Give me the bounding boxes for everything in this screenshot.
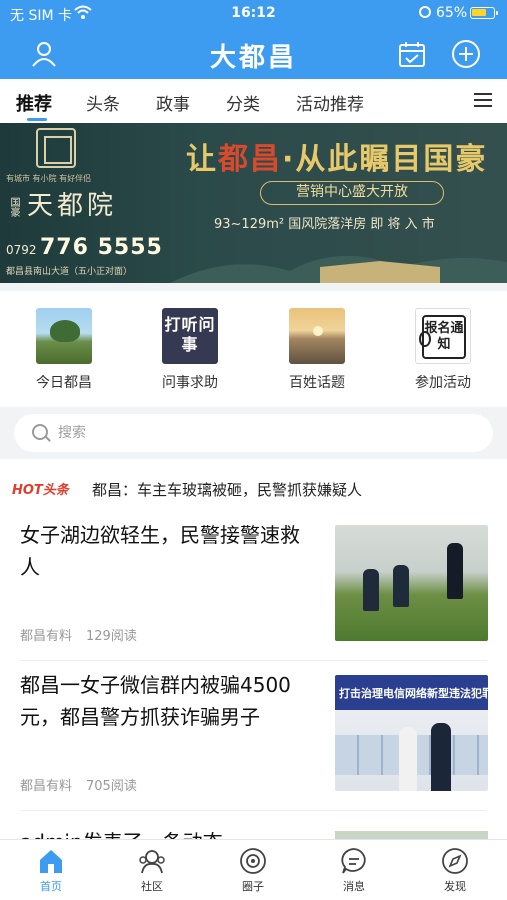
tabs-menu-icon[interactable] [474, 93, 492, 109]
quick-label: 今日都昌 [36, 375, 92, 391]
user-icon [32, 42, 56, 67]
banner-brand: 国豪 天都院 [8, 191, 118, 221]
banner-phone-prefix: 0792 [6, 243, 37, 257]
add-button[interactable] [450, 38, 482, 70]
nav-messages[interactable]: 消息 [314, 846, 394, 894]
banner-headline: 让都昌·从此瞩目国豪 [186, 142, 488, 177]
news-thumbnail: 打击治理电信网络新型违法犯罪 [335, 675, 488, 791]
quick-join-event[interactable]: 报名通知 参加活动 [393, 308, 493, 392]
quick-today-duchang[interactable]: 今日都昌 [14, 308, 114, 392]
clock: 16:12 [231, 5, 276, 21]
community-icon [139, 850, 165, 874]
quick-ask-help[interactable]: 打听问事 问事求助 [140, 308, 240, 392]
nav-discover[interactable]: 发现 [415, 846, 495, 894]
banner-landscape [170, 255, 507, 283]
search-input[interactable] [58, 421, 458, 445]
quick-label: 参加活动 [415, 375, 471, 391]
quick-label: 百姓话题 [289, 375, 345, 391]
notice-icon: 报名通知 [415, 308, 471, 364]
news-thumbnail [335, 525, 488, 641]
nav-community[interactable]: 社区 [112, 846, 192, 894]
hot-text: 都昌：车主车玻璃被砸，民警抓获嫌疑人 [92, 481, 363, 499]
search-icon [32, 424, 48, 440]
message-icon [341, 848, 366, 874]
active-tab-indicator [27, 118, 47, 121]
bottom-nav: 首页 社区 圈子 消息 发现 [0, 839, 507, 900]
plus-circle-icon [452, 40, 480, 68]
tab-headlines[interactable]: 头条 [86, 90, 120, 115]
banner-address: 都昌县南山大道（五小正对面） [6, 267, 133, 277]
ask-icon: 打听问事 [162, 308, 218, 364]
news-source: 都昌有料 [20, 779, 73, 794]
landscape-photo [36, 308, 92, 364]
nav-circle[interactable]: 圈子 [213, 846, 293, 894]
quick-label: 问事求助 [162, 375, 218, 391]
news-title: 女子湖边欲轻生，民警接警速救人 [20, 523, 300, 579]
news-item[interactable]: 女子湖边欲轻生，民警接警速救人 都昌有料 129阅读 [0, 511, 507, 661]
search-area [0, 407, 507, 459]
home-icon [40, 850, 62, 873]
news-meta: 都昌有料 129阅读 [20, 625, 151, 644]
banner-phone: 776 5555 [40, 235, 163, 260]
news-reads: 129阅读 [86, 629, 137, 644]
tab-categories[interactable]: 分类 [226, 90, 260, 115]
rotation-lock-icon [419, 6, 431, 18]
hot-headline[interactable]: HOT头条 都昌：车主车玻璃被砸，民警抓获嫌疑人 [0, 467, 507, 511]
quick-topics[interactable]: 百姓话题 [267, 308, 367, 392]
news-title: 都昌一女子微信群内被骗4500元，都昌警方抓获诈骗男子 [20, 673, 291, 729]
news-reads: 705阅读 [86, 779, 137, 794]
status-bar: 无 SIM 卡 16:12 65% [0, 0, 507, 28]
search-bar[interactable] [14, 414, 493, 452]
app-header: 大都昌 [0, 28, 507, 79]
brand-logo [36, 128, 76, 168]
tab-politics[interactable]: 政事 [156, 90, 190, 115]
calendar-check-icon [399, 42, 425, 67]
divider [0, 283, 507, 291]
compass-icon [442, 848, 468, 874]
category-tabs: 推荐 头条 政事 分类 活动推荐 [0, 79, 507, 123]
news-meta: 都昌有料 705阅读 [20, 775, 151, 794]
sunset-photo [289, 308, 345, 364]
battery-percent: 65% [436, 5, 468, 21]
banner-pill: 营销中心盛大开放 [260, 181, 444, 205]
banner-desc: 93~129m² 国风院落洋房 即 将 入 市 [214, 217, 435, 232]
battery-icon [470, 7, 498, 19]
news-item[interactable]: 都昌一女子微信群内被骗4500元，都昌警方抓获诈骗男子 都昌有料 705阅读 打击… [0, 661, 507, 811]
tab-recommend[interactable]: 推荐 [16, 90, 52, 116]
banner-ad[interactable]: 有城市 有小院 有好伴侣 国豪 天都院 0792 776 5555 都昌县南山大道… [0, 123, 507, 283]
circle-icon [240, 848, 266, 874]
hot-badge: HOT头条 [12, 483, 69, 498]
divider [20, 810, 487, 811]
tab-events[interactable]: 活动推荐 [296, 90, 364, 115]
nav-home[interactable]: 首页 [11, 846, 91, 894]
app-title: 大都昌 [209, 43, 297, 73]
user-profile-button[interactable] [28, 38, 60, 70]
banner-slogan: 有城市 有小院 有好伴侣 [6, 174, 92, 183]
checkin-button[interactable] [396, 38, 428, 70]
quick-entries: 今日都昌 打听问事 问事求助 百姓话题 报名通知 参加活动 [0, 291, 507, 407]
news-source: 都昌有料 [20, 629, 73, 644]
top-header: 无 SIM 卡 16:12 65% 大都昌 [0, 0, 507, 79]
